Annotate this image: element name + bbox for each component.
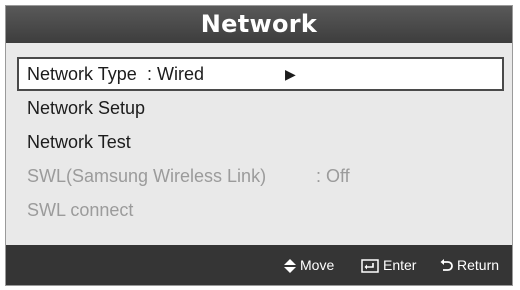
hint-label: Move [300,257,335,273]
menu-item-swl: SWL(Samsung Wireless Link) : Off [17,159,504,193]
hint-return: Return [439,245,499,285]
network-menu-panel: Network Network Type : Wired ▶ Network S… [5,5,513,286]
hint-enter: Enter [361,245,416,285]
menu-item-label: Network Type [27,64,137,84]
menu-item-network-test[interactable]: Network Test [17,125,504,159]
menu-item-value: : Wired [147,64,205,84]
menu-item-value: : Off [316,166,350,186]
enter-icon [361,259,379,274]
up-down-arrows-icon [284,259,296,274]
hint-label: Enter [383,257,417,273]
panel-title: Network [6,6,512,43]
menu-item-label: SWL(Samsung Wireless Link) [27,166,267,186]
network-menu-list: Network Type : Wired ▶ Network Setup Net… [17,57,504,227]
menu-item-label: Network Test [27,132,131,152]
menu-item-swl-connect: SWL connect [17,193,504,227]
hint-move: Move [284,245,334,285]
menu-item-label: Network Setup [27,98,146,118]
return-icon [440,259,453,272]
menu-item-label: SWL connect [27,200,134,220]
hint-label: Return [457,257,500,273]
menu-item-network-setup[interactable]: Network Setup [17,91,504,125]
remote-hints-bar: Move Enter Return [6,245,512,285]
submenu-arrow-icon: ▶ [285,66,296,82]
menu-item-network-type[interactable]: Network Type : Wired ▶ [17,57,504,91]
